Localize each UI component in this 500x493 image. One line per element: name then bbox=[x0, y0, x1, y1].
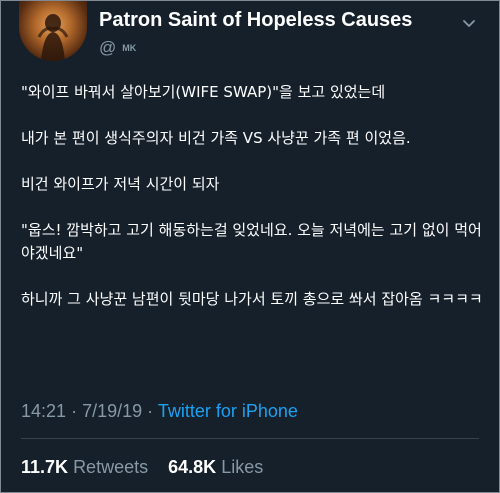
retweets-stat[interactable]: 11.7K Retweets bbox=[21, 457, 153, 477]
tweet-date[interactable]: 7/19/19 bbox=[82, 401, 142, 421]
handle-row[interactable]: @ MK bbox=[99, 38, 136, 58]
tweet-paragraph: 비건 와이프가 저녁 시간이 되자 bbox=[21, 175, 220, 193]
avatar-image bbox=[37, 14, 69, 61]
retweets-count: 11.7K bbox=[21, 457, 69, 477]
tweet-paragraph: 하니까 그 사냥꾼 남편이 뒷마당 나가서 토끼 총으로 쏴서 잡아옴 ㅋㅋㅋㅋ bbox=[21, 290, 483, 308]
tweet-paragraph: "와이프 바꿔서 살아보기(WIFE SWAP)"을 보고 있었는데 bbox=[21, 83, 386, 101]
retweets-label: Retweets bbox=[73, 457, 149, 477]
meta-separator: · bbox=[147, 401, 154, 421]
tweet-stats: 11.7K Retweets 64.8K Likes bbox=[21, 457, 263, 478]
tweet-paragraph: 내가 본 편이 생식주의자 비건 가족 VS 사냥꾼 가족 편 이었음. bbox=[21, 129, 411, 147]
divider bbox=[21, 438, 479, 439]
handle-at-symbol: @ bbox=[99, 38, 117, 57]
tweet-source-link[interactable]: Twitter for iPhone bbox=[158, 401, 298, 421]
display-name[interactable]: Patron Saint of Hopeless Causes bbox=[99, 9, 412, 32]
tweet-paragraph: "웁스! 깜박하고 고기 해동하는걸 잊었네요. 오늘 저녁에는 고기 없이 먹… bbox=[21, 221, 482, 262]
handle-text: MK bbox=[122, 43, 137, 53]
avatar[interactable] bbox=[19, 1, 87, 61]
tweet-meta: 14:21 · 7/19/19 · Twitter for iPhone bbox=[21, 401, 298, 422]
likes-stat[interactable]: 64.8K Likes bbox=[168, 457, 263, 477]
tweet-card: Patron Saint of Hopeless Causes @ MK "와이… bbox=[0, 0, 500, 493]
likes-label: Likes bbox=[221, 457, 264, 477]
likes-count: 64.8K bbox=[168, 457, 217, 477]
tweet-body: "와이프 바꿔서 살아보기(WIFE SWAP)"을 보고 있었는데 내가 본 … bbox=[21, 81, 486, 311]
meta-separator: · bbox=[71, 401, 78, 421]
chevron-down-icon[interactable] bbox=[461, 15, 477, 31]
tweet-time[interactable]: 14:21 bbox=[21, 401, 66, 421]
